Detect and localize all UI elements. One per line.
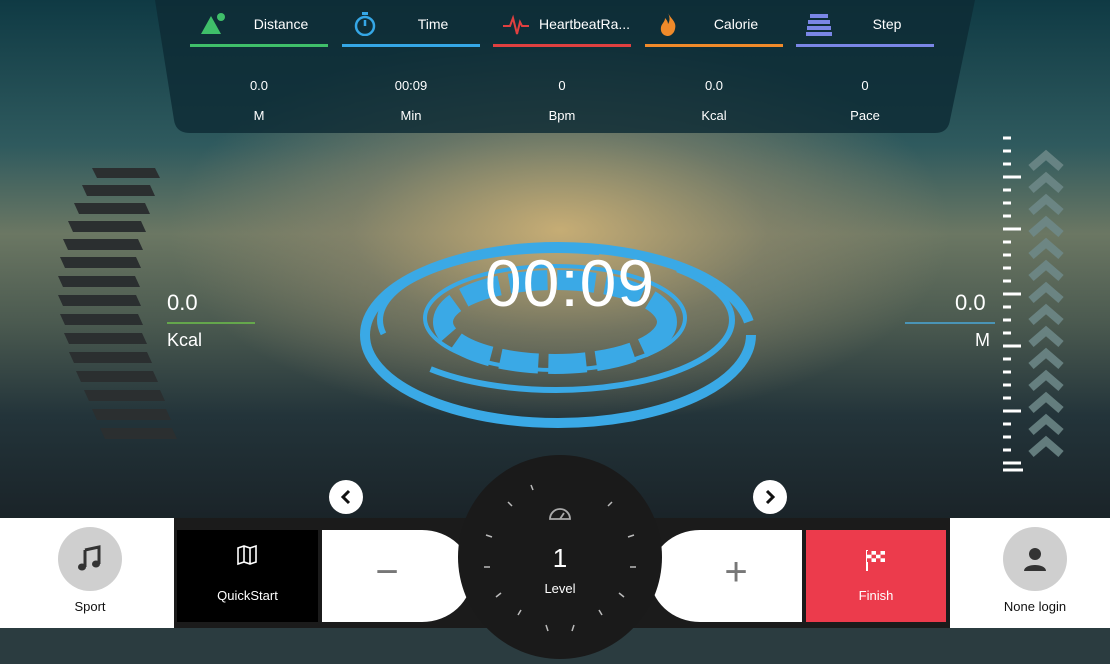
stat-underline: [796, 44, 934, 47]
chevron-left-icon: [340, 489, 351, 505]
quickstart-button[interactable]: QuickStart: [177, 530, 318, 622]
stat-distance: Distance 0.0 M: [190, 0, 328, 132]
workout-timer: 00:09: [484, 246, 656, 320]
calorie-bars: [58, 168, 177, 439]
level-increase-button[interactable]: +: [650, 530, 802, 622]
mountain-icon: [201, 13, 225, 34]
stat-heartbeat: HeartbeatRa... 0 Bpm: [493, 0, 631, 132]
stopwatch-icon: [354, 12, 376, 36]
stat-unit: Bpm: [548, 108, 576, 123]
stat-label: HeartbeatRa...: [539, 16, 631, 32]
stat-underline: [342, 44, 480, 47]
map-icon: [237, 544, 257, 566]
stat-unit: Kcal: [701, 108, 727, 123]
login-label: None login: [1003, 599, 1067, 614]
distance-indicator-value: 0.0: [955, 290, 986, 315]
prev-arrow-button[interactable]: [329, 480, 363, 514]
heartbeat-icon: [503, 14, 529, 35]
finish-label: Finish: [858, 588, 894, 603]
level-label: Level: [544, 581, 576, 596]
stat-value: 00:09: [394, 78, 428, 93]
stat-label: Step: [872, 16, 902, 32]
quickstart-label: QuickStart: [217, 588, 278, 603]
level-value: 1: [552, 543, 568, 573]
login-button[interactable]: None login: [990, 527, 1080, 622]
distance-chevrons: [1028, 149, 1064, 458]
stat-unit: M: [253, 108, 265, 123]
plus-label: +: [724, 550, 748, 594]
minus-label: −: [375, 550, 399, 594]
level-decrease-button[interactable]: −: [322, 530, 472, 622]
music-note-icon: [78, 545, 101, 571]
login-icon-circle: [1003, 527, 1067, 591]
speedometer-icon: [549, 508, 571, 520]
finish-button[interactable]: Finish: [806, 530, 946, 622]
stat-calorie: Calorie 0.0 Kcal: [645, 0, 783, 132]
stat-step: Step 0 Pace: [796, 0, 934, 132]
stat-value: 0.0: [249, 78, 269, 93]
stat-label: Calorie: [713, 16, 759, 32]
user-icon: [1024, 548, 1046, 571]
calorie-indicator-unit: Kcal: [167, 330, 203, 350]
stat-label: Distance: [253, 16, 309, 32]
stat-value: 0: [558, 78, 566, 93]
stat-unit: Min: [400, 108, 422, 123]
sport-button[interactable]: Sport: [45, 527, 135, 622]
distance-ruler: [1003, 136, 1023, 472]
flame-icon: [660, 13, 676, 36]
stat-value: 0.0: [704, 78, 724, 93]
stat-underline: [493, 44, 631, 47]
stat-unit: Pace: [850, 108, 880, 123]
stat-time: Time 00:09 Min: [342, 0, 480, 132]
calorie-indicator-value: 0.0: [167, 290, 198, 315]
stat-underline: [190, 44, 328, 47]
stat-value: 0: [861, 78, 869, 93]
stats-panel: Distance 0.0 M Time 00:09 Min HeartbeatR…: [0, 0, 1110, 135]
next-arrow-button[interactable]: [753, 480, 787, 514]
sport-icon-circle: [58, 527, 122, 591]
stairs-icon: [806, 14, 832, 36]
stat-underline: [645, 44, 783, 47]
stat-label: Time: [417, 16, 449, 32]
distance-indicator-unit: M: [975, 330, 990, 350]
chevron-right-icon: [765, 489, 776, 505]
sport-label: Sport: [74, 599, 106, 614]
checkered-flag-icon: [866, 550, 885, 571]
